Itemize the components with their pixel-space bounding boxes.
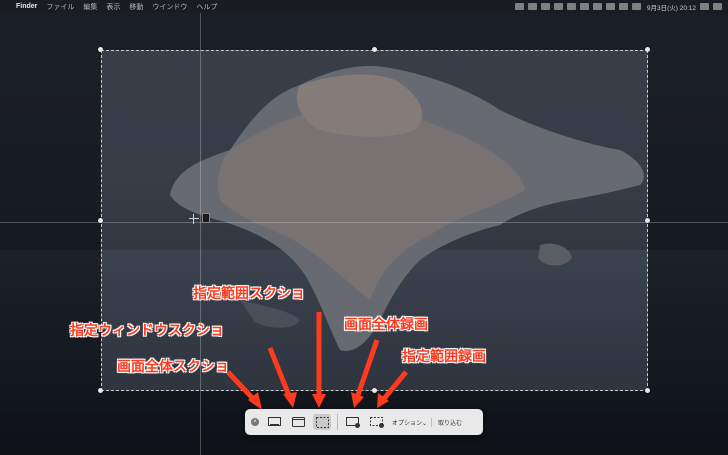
menu-window[interactable]: ウインドウ <box>152 2 187 12</box>
label-region-record: 指定範囲録画 <box>402 348 486 364</box>
capture-entire-screen-button[interactable] <box>265 414 283 430</box>
status-icon-3[interactable] <box>540 3 550 10</box>
window-icon <box>291 417 305 427</box>
menu-edit[interactable]: 編集 <box>83 2 97 12</box>
dropbox-icon[interactable] <box>566 3 576 10</box>
handle-bottom-middle[interactable] <box>372 388 377 393</box>
status-icon-1[interactable] <box>514 3 524 10</box>
capture-button[interactable]: 取り込む <box>438 418 462 427</box>
record-entire-screen-button[interactable] <box>344 414 362 430</box>
crosshair-cursor-icon <box>189 214 199 224</box>
handle-top-right[interactable] <box>645 47 650 52</box>
status-icon-6[interactable] <box>579 3 589 10</box>
entire-screen-icon <box>267 417 281 426</box>
handle-bottom-right[interactable] <box>645 388 650 393</box>
handle-bottom-left[interactable] <box>98 388 103 393</box>
spotlight-icon[interactable] <box>700 3 709 10</box>
menu-file[interactable]: ファイル <box>46 2 74 12</box>
battery-icon[interactable] <box>618 3 628 10</box>
record-screen-icon <box>345 416 360 428</box>
handle-middle-left[interactable] <box>98 218 103 223</box>
label-region-screenshot: 指定範囲スクショ <box>193 285 305 301</box>
camera-cursor-icon <box>202 213 210 223</box>
dim-top <box>0 13 728 50</box>
label-window-screenshot: 指定ウィンドウスクショ <box>70 322 224 338</box>
status-area: 9月3日(火) 20:12 <box>511 2 728 12</box>
toolbar-divider <box>337 414 338 430</box>
status-icon-4[interactable] <box>553 3 563 10</box>
label-full-record: 画面全体録画 <box>344 316 428 332</box>
handle-top-left[interactable] <box>98 47 103 52</box>
menu-help[interactable]: ヘルプ <box>196 2 217 12</box>
menu-app-finder[interactable]: Finder <box>16 3 37 10</box>
volume-icon[interactable] <box>605 3 615 10</box>
menu-view[interactable]: 表示 <box>106 2 120 12</box>
record-selection-button[interactable] <box>368 414 386 430</box>
menu-clock[interactable]: 9月3日(火) 20:12 <box>647 2 696 12</box>
capture-window-button[interactable] <box>289 414 307 430</box>
wifi-icon[interactable] <box>592 3 602 10</box>
screenshot-toolbar: × オプション⌄ 取り込む <box>245 409 483 435</box>
close-icon[interactable]: × <box>251 418 259 426</box>
status-icon-2[interactable] <box>527 3 537 10</box>
options-button[interactable]: オプション⌄ <box>392 417 433 427</box>
dim-right <box>648 50 728 391</box>
selection-icon <box>315 416 329 428</box>
record-selection-icon <box>369 416 384 428</box>
menu-go[interactable]: 移動 <box>129 2 143 12</box>
flag-icon[interactable] <box>631 3 641 10</box>
label-full-screenshot: 画面全体スクショ <box>117 358 229 374</box>
handle-middle-right[interactable] <box>645 218 650 223</box>
control-icon[interactable] <box>713 3 722 10</box>
capture-selection-button[interactable] <box>313 414 331 430</box>
handle-top-middle[interactable] <box>372 47 377 52</box>
menu-bar: Finder ファイル 編集 表示 移動 ウインドウ ヘルプ 9月3日(火) 2… <box>0 0 728 13</box>
